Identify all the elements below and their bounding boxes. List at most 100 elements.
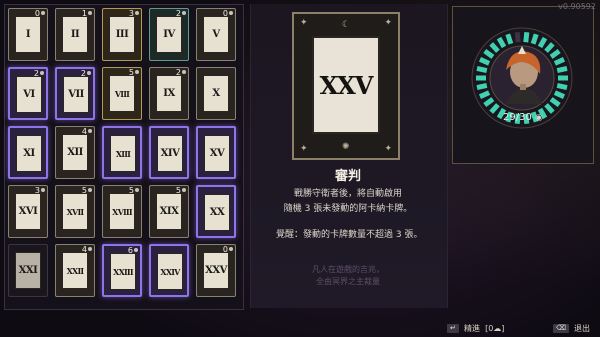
card-description-line-2: 隨機 3 張未發動的阿卡納卡牌。 <box>283 204 413 214</box>
version-label: v0.90592 <box>558 2 596 11</box>
card-cost: 4 <box>82 127 92 137</box>
card-description-line-1: 戰勝守衛者後，將自動啟用 <box>293 189 402 199</box>
card-cost-value: 1 <box>81 9 87 18</box>
cost-gem-icon <box>88 11 92 15</box>
star-ornament-icon: ✦ <box>384 144 392 154</box>
card-cost-value: 2 <box>80 69 86 78</box>
card-cost: 5 <box>176 186 186 196</box>
arcana-card[interactable]: XVIII 5 <box>102 185 142 238</box>
grasp-icon: ◉ <box>535 113 543 123</box>
grasp-segment <box>523 31 530 43</box>
arcana-card[interactable]: XI <box>8 126 48 179</box>
arcana-card[interactable]: XXIV <box>149 244 189 297</box>
arcana-card[interactable]: XIV <box>149 126 189 179</box>
selected-card-numeral: XXV <box>312 36 380 134</box>
card-cost: 3 <box>35 186 45 196</box>
card-numeral: XIII <box>110 135 136 172</box>
card-awaken-text: 覺醒：發動的卡牌數量不超過 3 張。 <box>276 230 423 240</box>
card-numeral: IX <box>156 75 182 112</box>
cost-gem-icon <box>88 188 92 192</box>
arcana-card[interactable]: IX 2 <box>149 67 189 120</box>
cost-gem-icon <box>135 11 139 15</box>
card-cost-value: 3 <box>34 186 40 195</box>
grasp-segment <box>556 65 568 73</box>
arcana-card[interactable]: XVI 3 <box>8 185 48 238</box>
arcana-card[interactable]: XX <box>196 185 236 238</box>
grasp-segment <box>530 33 539 45</box>
cost-gem-icon <box>87 71 91 75</box>
arcana-card[interactable]: II 1 <box>55 8 95 61</box>
cost-gem-icon <box>135 188 139 192</box>
arcana-card[interactable]: I0 <box>8 8 48 61</box>
card-cost-value: 2 <box>33 69 39 78</box>
card-cost: 5 <box>129 186 139 196</box>
grasp-segment <box>514 31 521 43</box>
card-numeral: XXI <box>15 252 41 289</box>
arcana-card[interactable]: XXV 0 <box>196 244 236 297</box>
cost-gem-icon <box>41 188 45 192</box>
card-cost-value: 0 <box>222 9 228 18</box>
arcana-card[interactable]: III 3 <box>102 8 142 61</box>
card-cost-value: 5 <box>175 186 181 195</box>
card-cost: 2 <box>81 69 91 79</box>
arcana-card[interactable]: VIII 5 <box>102 67 142 120</box>
arcana-card[interactable]: VI 2 <box>8 67 48 120</box>
star-ornament-icon: ✦ <box>300 144 308 154</box>
card-cost: 3 <box>129 9 139 19</box>
card-cost-value: 5 <box>81 186 87 195</box>
card-cost-value: 6 <box>127 246 133 255</box>
arcana-card[interactable]: V0 <box>196 8 236 61</box>
grasp-segment <box>556 83 568 91</box>
card-numeral: VII <box>63 76 89 113</box>
card-numeral: XV <box>204 135 230 172</box>
refine-button[interactable]: ↵ 精進 [0☁] <box>447 316 504 335</box>
card-numeral: VIII <box>109 75 135 112</box>
card-cost: 2 <box>34 69 44 79</box>
bottom-bar: ↵ 精進 [0☁] ⌫ 退出 <box>0 312 600 337</box>
card-cost-value: 4 <box>81 245 87 254</box>
grasp-segment <box>476 83 488 91</box>
arcana-card[interactable]: XIX 5 <box>149 185 189 238</box>
card-cost: 0 <box>223 245 233 255</box>
card-numeral: XXII <box>62 252 88 289</box>
card-numeral: XXV <box>203 252 229 289</box>
card-cost: 0 <box>223 9 233 19</box>
arcana-card[interactable]: XIII <box>102 126 142 179</box>
card-cost: 2 <box>176 9 186 19</box>
arcana-card[interactable]: XXIII 6 <box>102 244 142 297</box>
card-numeral: III <box>109 16 135 53</box>
cost-gem-icon <box>182 70 186 74</box>
card-cost-value: 2 <box>175 68 181 77</box>
arcana-card[interactable]: XVII 5 <box>55 185 95 238</box>
arcana-card[interactable]: IV 2 <box>149 8 189 61</box>
arcana-card[interactable]: XXI <box>8 244 48 297</box>
card-cost-value: 5 <box>128 186 134 195</box>
card-numeral: XXIII <box>110 253 136 290</box>
arcana-card[interactable]: X <box>196 67 236 120</box>
cost-gem-icon <box>135 70 139 74</box>
arcana-card[interactable]: XV <box>196 126 236 179</box>
enter-key-icon: ↵ <box>447 324 459 333</box>
card-cost-value: 5 <box>128 68 134 77</box>
card-cost: 1 <box>82 9 92 19</box>
card-cost-value: 3 <box>128 9 134 18</box>
cost-gem-icon <box>134 248 138 252</box>
selected-card-art: ✦ ✦ ✦ ✦ ☾ ✺ XXV <box>292 12 400 160</box>
exit-label: 退出 <box>574 324 590 333</box>
card-cost: 5 <box>129 68 139 78</box>
card-cost: 4 <box>82 245 92 255</box>
exit-button[interactable]: ⌫ 退出 <box>553 316 590 335</box>
card-numeral: XIV <box>157 135 183 172</box>
card-cost: 2 <box>176 68 186 78</box>
arcana-card[interactable]: XII 4 <box>55 126 95 179</box>
card-numeral: XII <box>62 134 88 171</box>
back-key-icon: ⌫ <box>553 324 569 333</box>
card-numeral: XXIV <box>157 253 183 290</box>
arcana-card[interactable]: VII 2 <box>55 67 95 120</box>
grasp-value: 29/30 <box>503 112 532 123</box>
arcana-card[interactable]: XXII 4 <box>55 244 95 297</box>
cost-gem-icon <box>40 71 44 75</box>
star-ornament-icon: ✦ <box>300 18 308 28</box>
card-numeral: V <box>203 16 229 53</box>
card-cost-value: 0 <box>34 9 40 18</box>
